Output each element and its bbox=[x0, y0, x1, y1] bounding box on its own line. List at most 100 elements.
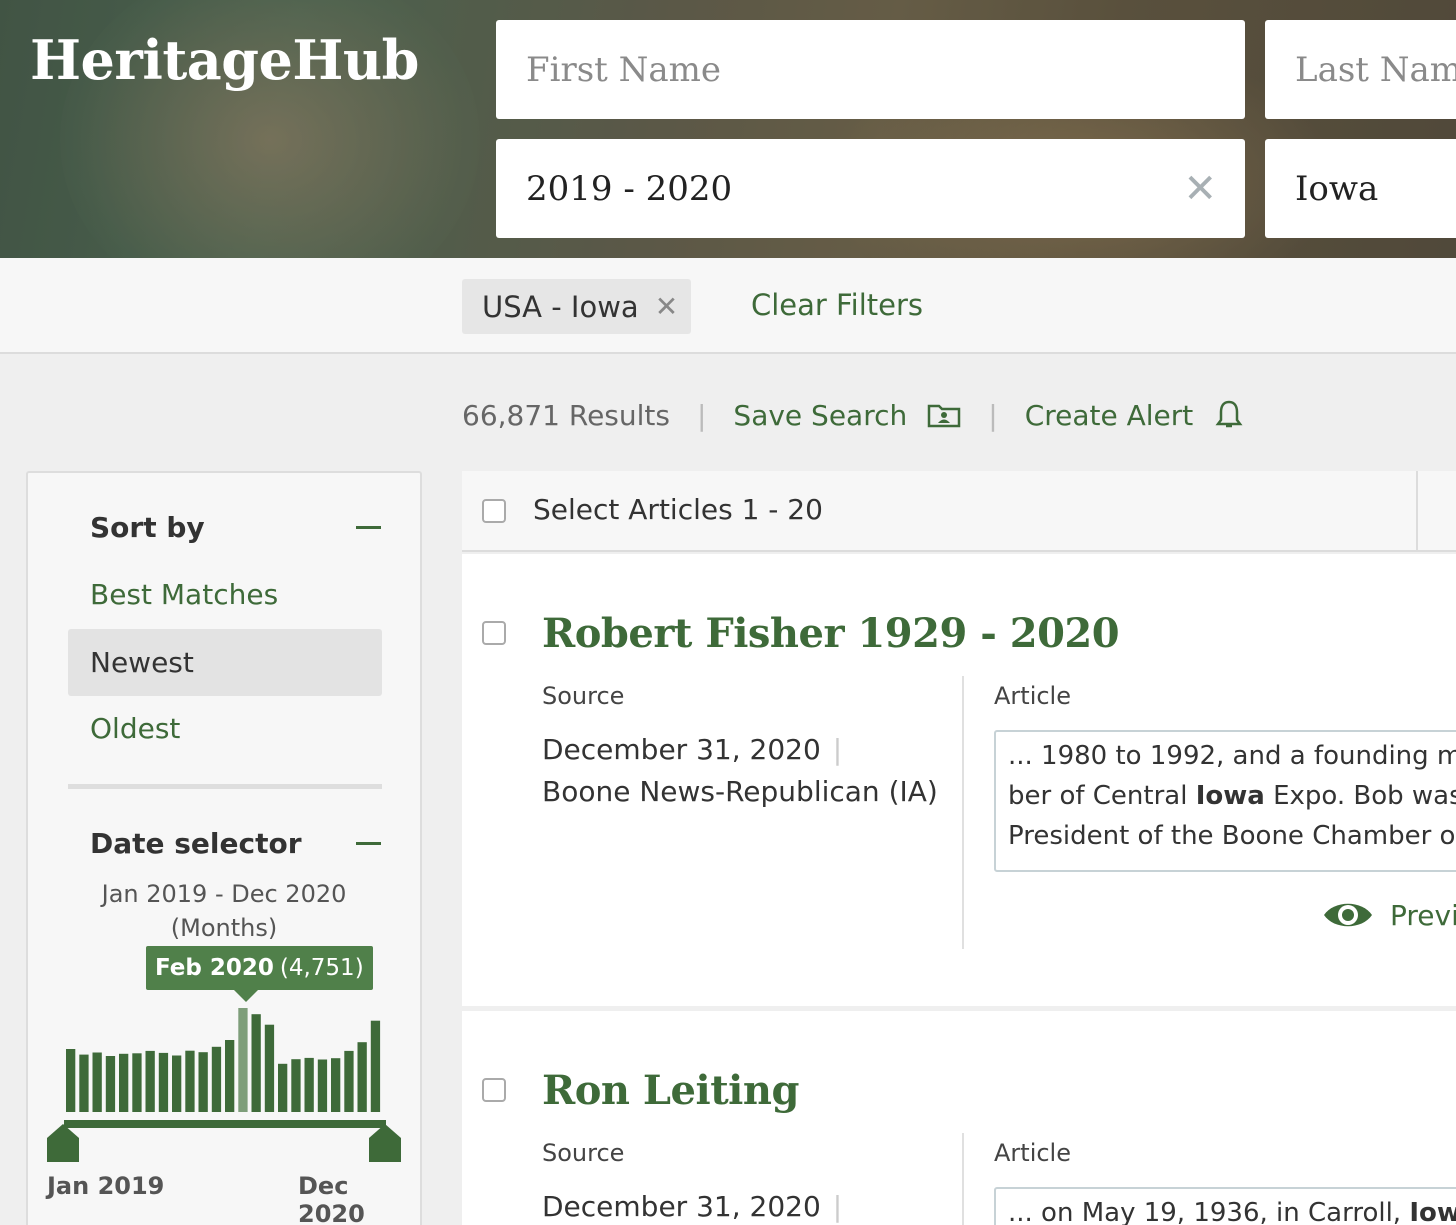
histogram-bar[interactable] bbox=[66, 1049, 76, 1112]
article-snippet: ... 1980 to 1992, and a founding mem- be… bbox=[994, 730, 1456, 872]
histogram-bar[interactable] bbox=[198, 1052, 208, 1112]
histogram-bar[interactable] bbox=[211, 1046, 222, 1112]
result-title[interactable]: Ron Leiting bbox=[542, 1067, 799, 1114]
date-range-text: Jan 2019 - Dec 2020 bbox=[101, 880, 347, 908]
date-range-unit: (Months) bbox=[170, 914, 278, 942]
snippet-line: ber of Central Iowa Expo. Bob was bbox=[1008, 781, 1456, 811]
location-field[interactable]: Iowa bbox=[1265, 139, 1456, 238]
tooltip-count: (4,751) bbox=[279, 955, 364, 981]
source-publication: Boone News-Republican (IA) bbox=[542, 775, 938, 808]
result-title[interactable]: Robert Fisher 1929 - 2020 bbox=[542, 610, 1120, 657]
histogram-bar[interactable] bbox=[92, 1052, 102, 1113]
histogram-bar[interactable] bbox=[344, 1050, 354, 1112]
article-label: Article bbox=[994, 1139, 1071, 1167]
results-toolbar: 66,871 Results | Save Search | Create Al… bbox=[462, 395, 1245, 435]
hero-banner: HeritageHub First Name Last Name 2019 - … bbox=[0, 0, 1456, 258]
range-start-label: Jan 2019 bbox=[47, 1172, 165, 1200]
histogram-bar[interactable] bbox=[357, 1042, 367, 1112]
histogram-bar[interactable] bbox=[264, 1024, 275, 1112]
histogram-bar[interactable] bbox=[158, 1052, 169, 1112]
source-date: December 31, 2020 bbox=[542, 733, 821, 766]
tooltip-month: Feb 2020 bbox=[155, 955, 274, 981]
histogram-bar[interactable] bbox=[79, 1054, 89, 1112]
select-articles-label: Select Articles 1 - 20 bbox=[533, 493, 823, 526]
histogram-bar[interactable] bbox=[317, 1059, 328, 1113]
date-histogram[interactable] bbox=[44, 993, 404, 1173]
logo[interactable]: HeritageHub bbox=[30, 28, 419, 92]
sort-by-title: Sort by bbox=[90, 511, 205, 544]
source-label: Source bbox=[542, 682, 625, 710]
source-label: Source bbox=[542, 1139, 625, 1167]
source-info: December 31, 2020 | Boone News-Republican… bbox=[542, 729, 942, 813]
collapse-sort-icon[interactable] bbox=[356, 526, 381, 529]
histogram-bar[interactable] bbox=[331, 1058, 341, 1112]
histogram-bar[interactable] bbox=[132, 1053, 142, 1112]
chart-tooltip: Feb 2020 (4,751) bbox=[146, 946, 373, 1002]
histogram-bar[interactable] bbox=[238, 1008, 248, 1112]
range-handle-end[interactable] bbox=[369, 1124, 401, 1162]
clear-date-icon[interactable]: ✕ bbox=[1183, 166, 1217, 212]
divider bbox=[962, 676, 964, 949]
separator: | bbox=[988, 398, 998, 432]
range-track[interactable] bbox=[64, 1120, 386, 1128]
source-date: December 31, 2020 bbox=[542, 1190, 821, 1223]
separator: | bbox=[832, 1190, 843, 1223]
histogram-bar[interactable] bbox=[145, 1050, 155, 1112]
sort-option-newest[interactable]: Newest bbox=[68, 629, 382, 696]
bell-icon bbox=[1215, 400, 1243, 428]
histogram-bar[interactable] bbox=[251, 1014, 261, 1112]
divider bbox=[68, 784, 382, 789]
histogram-bar[interactable] bbox=[172, 1055, 182, 1113]
list-header: Select Articles 1 - 20 bbox=[462, 471, 1456, 552]
sidebar: Sort by Best Matches Newest Oldest Date … bbox=[26, 471, 422, 1225]
separator: | bbox=[832, 733, 843, 766]
divider bbox=[1416, 471, 1418, 551]
filter-bar: USA - Iowa ✕ Clear Filters bbox=[0, 258, 1456, 354]
create-alert-link[interactable]: Create Alert bbox=[1025, 399, 1246, 432]
save-search-label: Save Search bbox=[733, 398, 908, 432]
source-info: December 31, 2020 | bbox=[542, 1186, 942, 1225]
preview-link[interactable]: Preview bbox=[1322, 898, 1456, 932]
eye-icon bbox=[1324, 903, 1372, 927]
clear-filters-link[interactable]: Clear Filters bbox=[751, 288, 923, 322]
histogram-bar[interactable] bbox=[370, 1020, 381, 1112]
separator: | bbox=[696, 398, 707, 432]
date-selector-title: Date selector bbox=[90, 827, 302, 860]
article-snippet: ... on May 19, 1936, in Carroll, Iowa, bbox=[994, 1187, 1456, 1225]
histogram-bar[interactable] bbox=[278, 1063, 288, 1112]
histogram-bar[interactable] bbox=[304, 1057, 314, 1112]
snippet-line: ... 1980 to 1992, and a founding mem- bbox=[1008, 741, 1456, 771]
range-handle-start[interactable] bbox=[47, 1124, 79, 1162]
filter-chip-label: USA - Iowa bbox=[482, 289, 639, 324]
collapse-date-icon[interactable] bbox=[356, 842, 381, 845]
result-card: Robert Fisher 1929 - 2020 Source Decembe… bbox=[462, 554, 1456, 1006]
range-end-label: Dec 2020 bbox=[298, 1172, 365, 1225]
filter-chip-location[interactable]: USA - Iowa ✕ bbox=[462, 279, 691, 334]
first-name-placeholder: First Name bbox=[526, 49, 722, 90]
result-card: Ron Leiting Source December 31, 2020 | Ar… bbox=[462, 1011, 1456, 1225]
folder-icon bbox=[928, 404, 961, 428]
histogram-bar[interactable] bbox=[225, 1040, 235, 1112]
date-range-value: 2019 - 2020 bbox=[526, 168, 733, 209]
snippet-line: President of the Boone Chamber of ... bbox=[1008, 821, 1456, 851]
histogram-bar[interactable] bbox=[119, 1053, 129, 1112]
last-name-placeholder: Last Name bbox=[1295, 49, 1456, 90]
sort-option-best-matches[interactable]: Best Matches bbox=[68, 561, 382, 628]
divider bbox=[962, 1133, 964, 1225]
date-range-field[interactable]: 2019 - 2020 ✕ bbox=[496, 139, 1245, 238]
histogram-bar[interactable] bbox=[105, 1056, 116, 1112]
last-name-field[interactable]: Last Name bbox=[1265, 20, 1456, 119]
remove-filter-icon[interactable]: ✕ bbox=[655, 290, 678, 323]
result-checkbox[interactable] bbox=[482, 1078, 506, 1102]
result-checkbox[interactable] bbox=[482, 621, 506, 645]
preview-label: Preview bbox=[1390, 898, 1456, 932]
save-search-link[interactable]: Save Search bbox=[733, 399, 961, 432]
histogram-bar[interactable] bbox=[291, 1059, 301, 1112]
create-alert-label: Create Alert bbox=[1024, 398, 1194, 432]
histogram-bar[interactable] bbox=[185, 1050, 195, 1112]
article-label: Article bbox=[994, 682, 1071, 710]
snippet-line: ... on May 19, 1936, in Carroll, Iowa, bbox=[1008, 1198, 1456, 1225]
select-all-checkbox[interactable] bbox=[482, 499, 506, 523]
first-name-field[interactable]: First Name bbox=[496, 20, 1245, 119]
sort-option-oldest[interactable]: Oldest bbox=[68, 695, 382, 762]
